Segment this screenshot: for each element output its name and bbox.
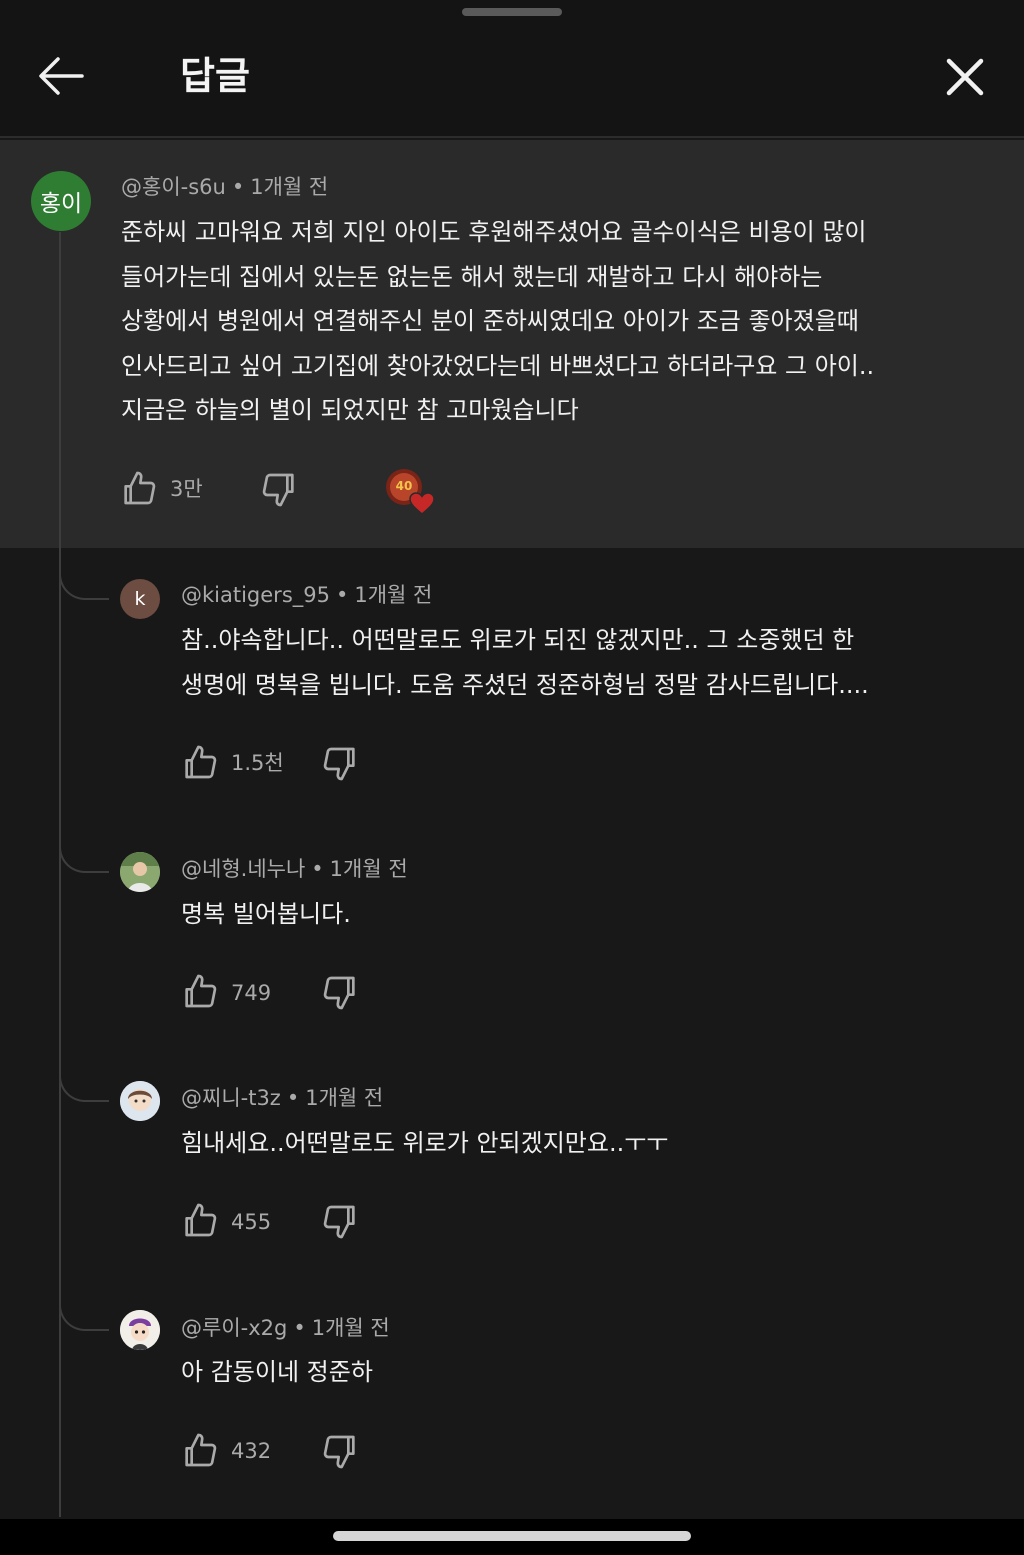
thread-connector [59,556,109,600]
top-app-bar: 답글 [0,0,1024,138]
dislike-button[interactable] [320,1432,360,1472]
comment-line: 인사드리고 싶어 고기집에 찾아갔었다는데 바쁘셨다고 하더라구요 그 아이.. [121,351,875,380]
like-button[interactable] [180,1200,220,1240]
comment-meta: @네형.네누나 • 1개월 전 [181,855,408,883]
like-count: 3만 [170,477,203,501]
like-button[interactable] [180,1430,220,1470]
avatar[interactable]: 홍이 [31,171,91,231]
like-button[interactable] [180,971,220,1011]
meta-separator: • [286,1086,300,1110]
avatar[interactable] [120,1310,160,1350]
close-button[interactable] [940,54,990,100]
thumb-up-icon [185,745,217,779]
avatar[interactable] [120,852,160,892]
like-count: 432 [231,1439,272,1463]
comment-time[interactable]: 1개월 전 [312,1316,390,1340]
comment-line: 준하씨 고마워요 저희 지인 아이도 후원해주셨어요 골수이식은 비용이 많이 [121,218,867,246]
comment-time[interactable]: 1개월 전 [330,857,408,881]
thumb-down-icon [323,1205,355,1239]
sheet-drag-handle[interactable] [462,8,562,16]
comment-text: 아 감동이네 정준하 [181,1350,373,1395]
comment-line: 생명에 명복을 빕니다. 도움 주셨던 정준하형님 정말 감사드립니다.... [181,670,869,699]
like-button[interactable] [180,742,220,782]
comment-line: 지금은 하늘의 별이 되었지만 참 고마웠습니다 [121,396,579,424]
dislike-button[interactable] [320,973,360,1013]
comment-time[interactable]: 1개월 전 [305,1086,383,1110]
thread-connector [59,1287,109,1331]
comment-line: 상황에서 병원에서 연결해주신 분이 준하씨였데요 아이가 조금 좋아졌을때 [121,307,859,335]
comment-text: 준하씨 고마워요 저희 지인 아이도 후원해주셨어요 골수이식은 비용이 많이 … [121,210,874,433]
thumb-down-icon [323,976,355,1010]
comment-line: 들어가는데 집에서 있는돈 없는돈 해서 했는데 재발하고 다시 해야하는 [121,262,823,291]
meta-separator: • [335,583,349,607]
comment-author[interactable]: @kiatigers_95 [181,583,330,607]
thumb-down-icon [323,747,355,781]
thumb-up-icon [185,1433,217,1467]
dislike-button[interactable] [320,744,360,784]
comment-author[interactable]: @홍이-s6u [121,175,226,199]
close-icon [946,58,984,96]
comment-line: 명복 빌어봅니다. [181,900,351,928]
comment-author[interactable]: @찌니-t3z [181,1086,281,1110]
comment-line: 힘내세요..어떤말로도 위로가 안되겠지만요..ㅜㅜ [181,1129,669,1157]
comment-author[interactable]: @루이-x2g [181,1316,287,1340]
like-count: 455 [231,1210,272,1234]
avatar[interactable] [120,1081,160,1121]
creator-heart-badge[interactable]: 40 [384,466,440,518]
comment-meta: @루이-x2g • 1개월 전 [181,1314,390,1342]
avatar-initials: k [134,588,146,610]
like-button[interactable] [119,468,159,508]
dislike-button[interactable] [259,470,299,510]
creator-heart-icon: 40 [386,469,435,515]
comment-time[interactable]: 1개월 전 [354,583,432,607]
home-gesture-bar[interactable] [333,1531,691,1541]
meta-separator: • [311,857,324,881]
dislike-button[interactable] [320,1202,360,1242]
comment-line: 참..야속합니다.. 어떤말로도 위로가 되진 않겠지만.. 그 소중했던 한 [181,626,855,654]
thumb-up-icon [185,974,217,1008]
thumb-up-icon [124,471,156,505]
arrow-left-icon [39,57,84,95]
meta-separator: • [293,1316,306,1340]
thumb-down-icon [323,1435,355,1469]
thread-line [59,232,61,1517]
comment-meta: @홍이-s6u • 1개월 전 [121,173,328,201]
comment-text: 참..야속합니다.. 어떤말로도 위로가 되진 않겠지만.. 그 소중했던 한 … [181,618,869,707]
thread-connector [59,829,109,873]
thumb-down-icon [262,473,294,507]
comment-text: 명복 빌어봅니다. [181,892,351,937]
thread-connector [59,1058,109,1102]
like-count: 1.5천 [231,751,284,775]
like-count: 749 [231,981,272,1005]
avatar-photo-icon [120,852,160,892]
comment-meta: @kiatigers_95 • 1개월 전 [181,581,432,609]
avatar[interactable]: k [120,579,160,619]
comment-meta: @찌니-t3z • 1개월 전 [181,1084,383,1112]
thumb-up-icon [185,1203,217,1237]
avatar-initials: 홍이 [39,191,83,217]
page-title: 답글 [180,54,250,98]
back-button[interactable] [34,52,88,100]
meta-separator: • [231,175,245,199]
comment-text: 힘내세요..어떤말로도 위로가 안되겠지만요..ㅜㅜ [181,1121,668,1166]
comment-line: 아 감동이네 정준하 [181,1358,373,1386]
avatar-photo-icon [120,1081,160,1121]
svg-text:40: 40 [396,479,413,493]
comment-author[interactable]: @네형.네누나 [181,857,305,881]
avatar-photo-icon [120,1310,160,1350]
comment-time[interactable]: 1개월 전 [250,175,328,199]
